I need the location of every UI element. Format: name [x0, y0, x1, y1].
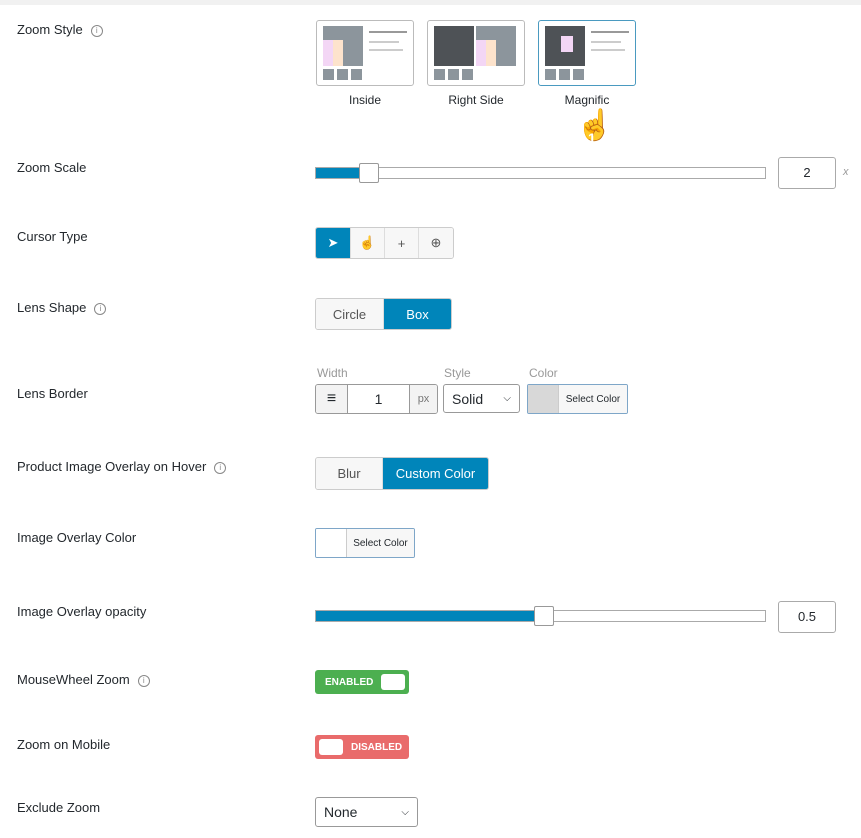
unit-label: x — [843, 166, 849, 178]
width-label: Width — [317, 366, 348, 380]
mobile-zoom-toggle[interactable]: DISABLED — [315, 735, 409, 759]
exclude-zoom-label: Exclude Zoom — [17, 800, 101, 815]
mobile-zoom-label: Zoom on Mobile — [17, 737, 111, 752]
info-icon[interactable]: i — [137, 675, 150, 687]
lens-border-label: Lens Border — [17, 386, 88, 401]
arrow-icon[interactable]: ➤ — [316, 228, 351, 258]
zoom-scale-label: Zoom Scale — [17, 160, 87, 175]
overlay-opacity-input[interactable]: 0.5 — [778, 601, 836, 633]
info-icon[interactable]: i — [94, 303, 107, 315]
toggle-state: DISABLED — [351, 742, 403, 753]
pointing-hand-icon: ☝ 1 — [576, 109, 614, 146]
custom-color-button[interactable]: Custom Color — [383, 458, 488, 489]
zoom-in-icon[interactable]: ⊕ — [419, 228, 453, 258]
border-style-select[interactable]: Solid ⌵ — [443, 384, 520, 413]
px-unit: px — [409, 385, 437, 413]
overlay-hover-label: Product Image Overlay on Hover i — [17, 459, 227, 474]
info-icon[interactable]: i — [90, 25, 103, 37]
lens-shape-label: Lens Shape i — [17, 300, 107, 315]
slider-handle[interactable] — [534, 606, 554, 626]
color-label: Color — [529, 366, 558, 380]
zoom-style-inside[interactable] — [316, 20, 414, 86]
overlay-hover-group: Blur Custom Color — [315, 457, 489, 490]
color-swatch — [528, 385, 558, 413]
exclude-zoom-select[interactable]: None ⌵ — [315, 797, 418, 827]
width-input-group: ≡ 1 px — [315, 384, 438, 414]
overlay-color-button[interactable]: Select Color — [315, 528, 415, 558]
inside-caption: Inside — [348, 93, 382, 107]
lens-box-button[interactable]: Box — [384, 299, 451, 329]
magnific-caption: Magnific — [564, 93, 610, 107]
border-width-icon: ≡ — [316, 385, 348, 413]
border-width-input[interactable]: 1 — [348, 385, 409, 413]
cursor-type-label: Cursor Type — [17, 229, 88, 244]
top-bar — [0, 0, 861, 5]
overlay-color-label: Image Overlay Color — [17, 530, 137, 545]
lens-circle-button[interactable]: Circle — [316, 299, 384, 329]
zoom-scale-input[interactable]: 2 — [778, 157, 836, 189]
hand-icon[interactable]: ☝ — [351, 228, 385, 258]
overlay-opacity-label: Image Overlay opacity — [17, 604, 147, 619]
lens-shape-group: Circle Box — [315, 298, 452, 330]
select-color-text: Select Color — [558, 385, 627, 413]
style-label: Style — [444, 366, 471, 380]
info-icon[interactable]: i — [214, 462, 227, 474]
zoom-style-magnific[interactable] — [538, 20, 636, 86]
plus-icon[interactable]: + — [385, 228, 419, 258]
chevron-down-icon: ⌵ — [401, 806, 409, 818]
zoom-scale-slider[interactable] — [315, 163, 766, 183]
color-swatch — [316, 529, 346, 557]
cursor-type-group: ➤ ☝ + ⊕ — [315, 227, 454, 259]
right-side-caption: Right Side — [448, 93, 504, 107]
chevron-down-icon: ⌵ — [503, 393, 511, 404]
zoom-style-label: Zoom Style i — [17, 22, 103, 37]
zoom-style-right-side[interactable] — [427, 20, 525, 86]
toggle-state: ENABLED — [325, 677, 374, 688]
select-color-text: Select Color — [346, 529, 414, 557]
overlay-opacity-slider[interactable] — [315, 606, 766, 626]
mousewheel-toggle[interactable]: ENABLED — [315, 670, 409, 694]
slider-handle[interactable] — [359, 163, 379, 183]
border-color-button[interactable]: Select Color — [527, 384, 628, 414]
blur-button[interactable]: Blur — [316, 458, 383, 489]
mousewheel-label: MouseWheel Zoom i — [17, 672, 150, 687]
